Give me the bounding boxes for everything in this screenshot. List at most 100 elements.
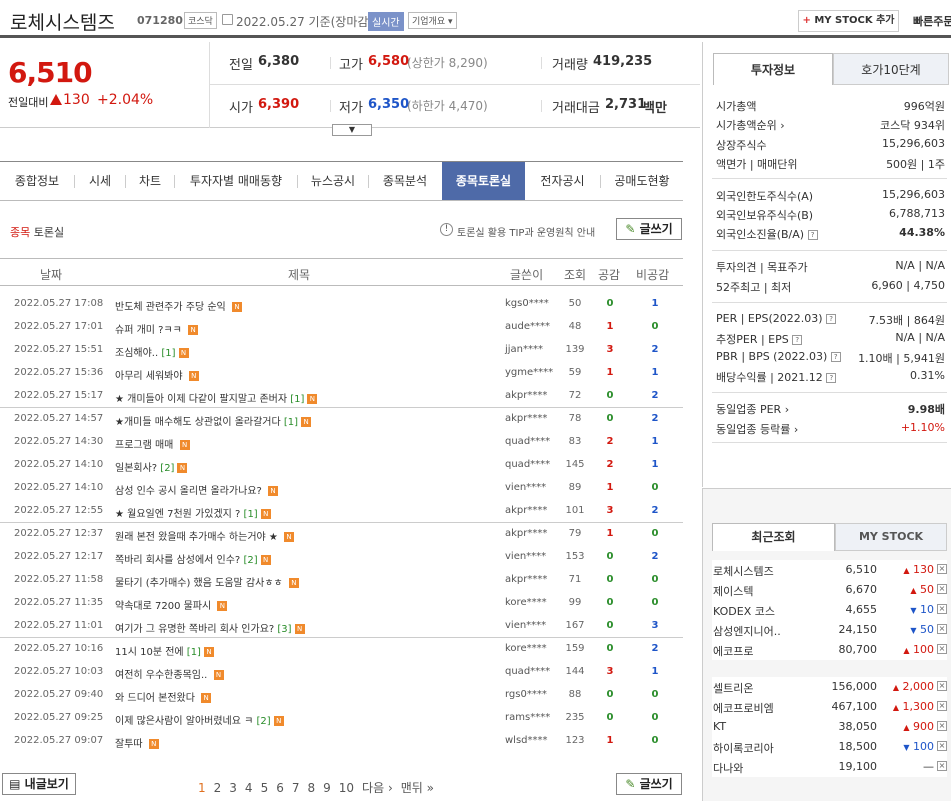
tab-investor-trading[interactable]: 투자자별 매매동향 — [175, 162, 297, 200]
write-button-bottom[interactable]: ✎ 글쓰기 — [616, 773, 682, 795]
post-title-link[interactable]: 아무리 세워봐야 N — [115, 367, 199, 382]
close-icon[interactable]: × — [937, 761, 947, 771]
recent-item[interactable]: 삼성엔지니어.. 24,150 ▼ 50 × — [712, 620, 947, 640]
close-icon[interactable]: × — [937, 644, 947, 654]
post-title-link[interactable]: 조심해야.. [1] N — [115, 344, 189, 359]
post-title-link[interactable]: ★ 개미들아 이제 다같이 팔지말고 존버자 [1] N — [115, 390, 318, 405]
table-row[interactable]: 2022.05.27 11:01 여기가 그 유명한 쪽바리 회사 인가요? [3… — [0, 615, 683, 638]
page-4[interactable]: 4 — [245, 781, 253, 795]
page-last[interactable]: 맨뒤 » — [401, 781, 434, 795]
tab-recent[interactable]: 최근조회 — [712, 523, 835, 551]
tab-disclosure[interactable]: 전자공시 — [525, 162, 600, 200]
close-icon[interactable]: × — [937, 584, 947, 594]
page-7[interactable]: 7 — [292, 781, 300, 795]
realtime-button[interactable]: 실시간 — [368, 12, 404, 31]
table-row[interactable]: 2022.05.27 10:16 11시 10분 전에 [1] Nkore**** 1… — [0, 638, 683, 661]
recent-item[interactable]: KODEX 코스 4,655 ▼ 10 × — [712, 600, 947, 620]
help-icon[interactable]: ? — [792, 335, 803, 345]
help-icon[interactable]: ? — [826, 314, 837, 324]
post-title-link[interactable]: ★개미들 매수해도 상관없이 올라갈거다 [1] N — [115, 413, 312, 428]
tab-quote[interactable]: 시세 — [75, 162, 125, 200]
quick-order-link[interactable]: 빠른주문 — [913, 13, 951, 29]
post-title-link[interactable]: 약속대로 7200 물파시 N — [115, 597, 228, 612]
close-icon[interactable]: × — [937, 604, 947, 614]
table-row[interactable]: 2022.05.27 09:40 와 드디어 본전왔다 Nrgs0**** 88 0 0 — [0, 684, 683, 707]
help-icon[interactable]: ? — [807, 230, 818, 240]
table-row[interactable]: 2022.05.27 14:57 ★개미들 매수해도 상관없이 올라갈거다 [1]… — [0, 408, 683, 431]
tab-orderbook[interactable]: 호가10단계 — [833, 53, 949, 85]
close-icon[interactable]: × — [937, 681, 947, 691]
page-1[interactable]: 1 — [198, 781, 206, 795]
table-row[interactable]: 2022.05.27 09:25 이제 많은사람이 알아버렸네요 ㅋ [2] Nra… — [0, 707, 683, 730]
table-row[interactable]: 2022.05.27 12:55 ★ 월요일엔 7천원 가있겠지 ? [1] Nak… — [0, 500, 683, 523]
recent-item[interactable]: 제이스텍 6,670 ▲ 50 × — [712, 580, 947, 600]
tab-analysis[interactable]: 종목분석 — [369, 162, 441, 200]
recent-item[interactable]: 에코프로비엠 467,100 ▲ 1,300 × — [712, 697, 947, 717]
table-row[interactable]: 2022.05.27 14:10 일본회사? [2] Nquad**** 145 2 1 — [0, 454, 683, 477]
table-row[interactable]: 2022.05.27 15:17 ★ 개미들아 이제 다같이 팔지말고 존버자 [… — [0, 385, 683, 408]
table-row[interactable]: 2022.05.27 11:58 물타기 (추가매수) 했음 도움말 감사ㅎㅎ N… — [0, 569, 683, 592]
close-icon[interactable]: × — [937, 741, 947, 751]
table-row[interactable]: 2022.05.27 17:08 반도체 관련주가 주당 순익 Nkgs0****… — [0, 293, 683, 316]
table-row[interactable]: 2022.05.27 12:17 쪽바리 회사를 삼성에서 인수? [2] Nvie… — [0, 546, 683, 569]
page-5[interactable]: 5 — [261, 781, 269, 795]
tab-short-selling[interactable]: 공매도현황 — [601, 162, 683, 200]
table-row[interactable]: 2022.05.27 15:36 아무리 세워봐야 Nygme**** 59 1 1 — [0, 362, 683, 385]
table-row[interactable]: 2022.05.27 15:51 조심해야.. [1] Njjan**** 139 3 2 — [0, 339, 683, 362]
recent-item[interactable]: 로체시스템즈 6,510 ▲ 130 × — [712, 560, 947, 580]
company-overview-dropdown[interactable]: 기업개요 ▾ — [408, 12, 457, 29]
tab-discussion[interactable]: 종목토론실 — [442, 162, 525, 200]
tab-news[interactable]: 뉴스공시 — [298, 162, 368, 200]
table-row[interactable]: 2022.05.27 14:30 프로그램 매매 Nquad**** 83 2 1 — [0, 431, 683, 454]
table-row[interactable]: 2022.05.27 14:10 삼성 인수 공시 올리면 올라가나요? Nvie… — [0, 477, 683, 500]
recent-item[interactable]: 하이록코리아 18,500 ▼ 100 × — [712, 737, 947, 757]
close-icon[interactable]: × — [937, 624, 947, 634]
expand-toggle-chevron-down-icon[interactable]: ▼ — [332, 124, 372, 136]
recent-item[interactable]: KT 38,050 ▲ 900 × — [712, 717, 947, 737]
page-6[interactable]: 6 — [276, 781, 284, 795]
page-9[interactable]: 9 — [323, 781, 331, 795]
post-title-link[interactable]: 슈퍼 개미 ?ㅋㅋ N — [115, 321, 199, 336]
page-next[interactable]: 다음 › — [362, 781, 393, 795]
post-title-link[interactable]: 11시 10분 전에 [1] N — [115, 643, 214, 658]
my-posts-button[interactable]: ▤ 내글보기 — [2, 773, 76, 795]
page-8[interactable]: 8 — [307, 781, 315, 795]
page-3[interactable]: 3 — [229, 781, 237, 795]
table-row[interactable]: 2022.05.27 09:07 잘투따 Nwlsd**** 123 1 0 — [0, 730, 683, 753]
tab-summary[interactable]: 종합정보 — [0, 162, 74, 200]
post-title-link[interactable]: 쪽바리 회사를 삼성에서 인수? [2] N — [115, 551, 271, 566]
table-row[interactable]: 2022.05.27 17:01 슈퍼 개미 ?ㅋㅋ Naude**** 48 1 0 — [0, 316, 683, 339]
table-row[interactable]: 2022.05.27 11:35 약속대로 7200 물파시 Nkore**** 9… — [0, 592, 683, 615]
write-button-top[interactable]: ✎ 글쓰기 — [616, 218, 682, 240]
post-title-link[interactable]: 반도체 관련주가 주당 순익 N — [115, 298, 242, 313]
table-row[interactable]: 2022.05.27 12:37 원래 본전 왔을때 추가매수 하는거야 ★ Na… — [0, 523, 683, 546]
tip-link[interactable]: 토론실 활용 TIP과 운영원칙 안내 — [457, 224, 595, 239]
close-icon[interactable]: × — [937, 721, 947, 731]
post-title-link[interactable]: 이제 많은사람이 알아버렸네요 ㅋ [2] N — [115, 712, 284, 727]
post-title-link[interactable]: ★ 월요일엔 7천원 가있겠지 ? [1] N — [115, 505, 271, 520]
recent-item[interactable]: 셀트리온 156,000 ▲ 2,000 × — [712, 677, 947, 697]
tab-mystock[interactable]: MY STOCK — [835, 523, 947, 551]
post-author: kore**** — [505, 597, 547, 608]
post-title-link[interactable]: 원래 본전 왔을때 추가매수 하는거야 ★ N — [115, 528, 295, 543]
recent-item[interactable]: 에코프로 80,700 ▲ 100 × — [712, 640, 947, 660]
post-title-link[interactable]: 잘투따 N — [115, 735, 159, 750]
recent-item[interactable]: 다나와 19,100 — × — [712, 757, 947, 777]
post-title-link[interactable]: 물타기 (추가매수) 했음 도움말 감사ㅎㅎ N — [115, 574, 299, 589]
tab-invest-info[interactable]: 투자정보 — [713, 53, 833, 85]
post-title-link[interactable]: 여전히 우수한종목임.. N — [115, 666, 224, 681]
post-title-link[interactable]: 삼성 인수 공시 올리면 올라가나요? N — [115, 482, 279, 497]
close-icon[interactable]: × — [937, 701, 947, 711]
table-row[interactable]: 2022.05.27 10:03 여전히 우수한종목임.. Nquad**** 14… — [0, 661, 683, 684]
add-mystock-button[interactable]: + MY STOCK 추가 — [798, 10, 899, 32]
close-icon[interactable]: × — [937, 564, 947, 574]
tab-chart[interactable]: 차트 — [126, 162, 174, 200]
page-10[interactable]: 10 — [339, 781, 354, 795]
help-icon[interactable]: ? — [830, 352, 841, 362]
page-2[interactable]: 2 — [214, 781, 222, 795]
post-title-link[interactable]: 일본회사? [2] N — [115, 459, 188, 474]
post-title-link[interactable]: 프로그램 매매 N — [115, 436, 190, 451]
post-title-link[interactable]: 와 드디어 본전왔다 N — [115, 689, 212, 704]
post-title-link[interactable]: 여기가 그 유명한 쪽바리 회사 인가요? [3] N — [115, 620, 305, 635]
help-icon[interactable]: ? — [826, 373, 837, 383]
